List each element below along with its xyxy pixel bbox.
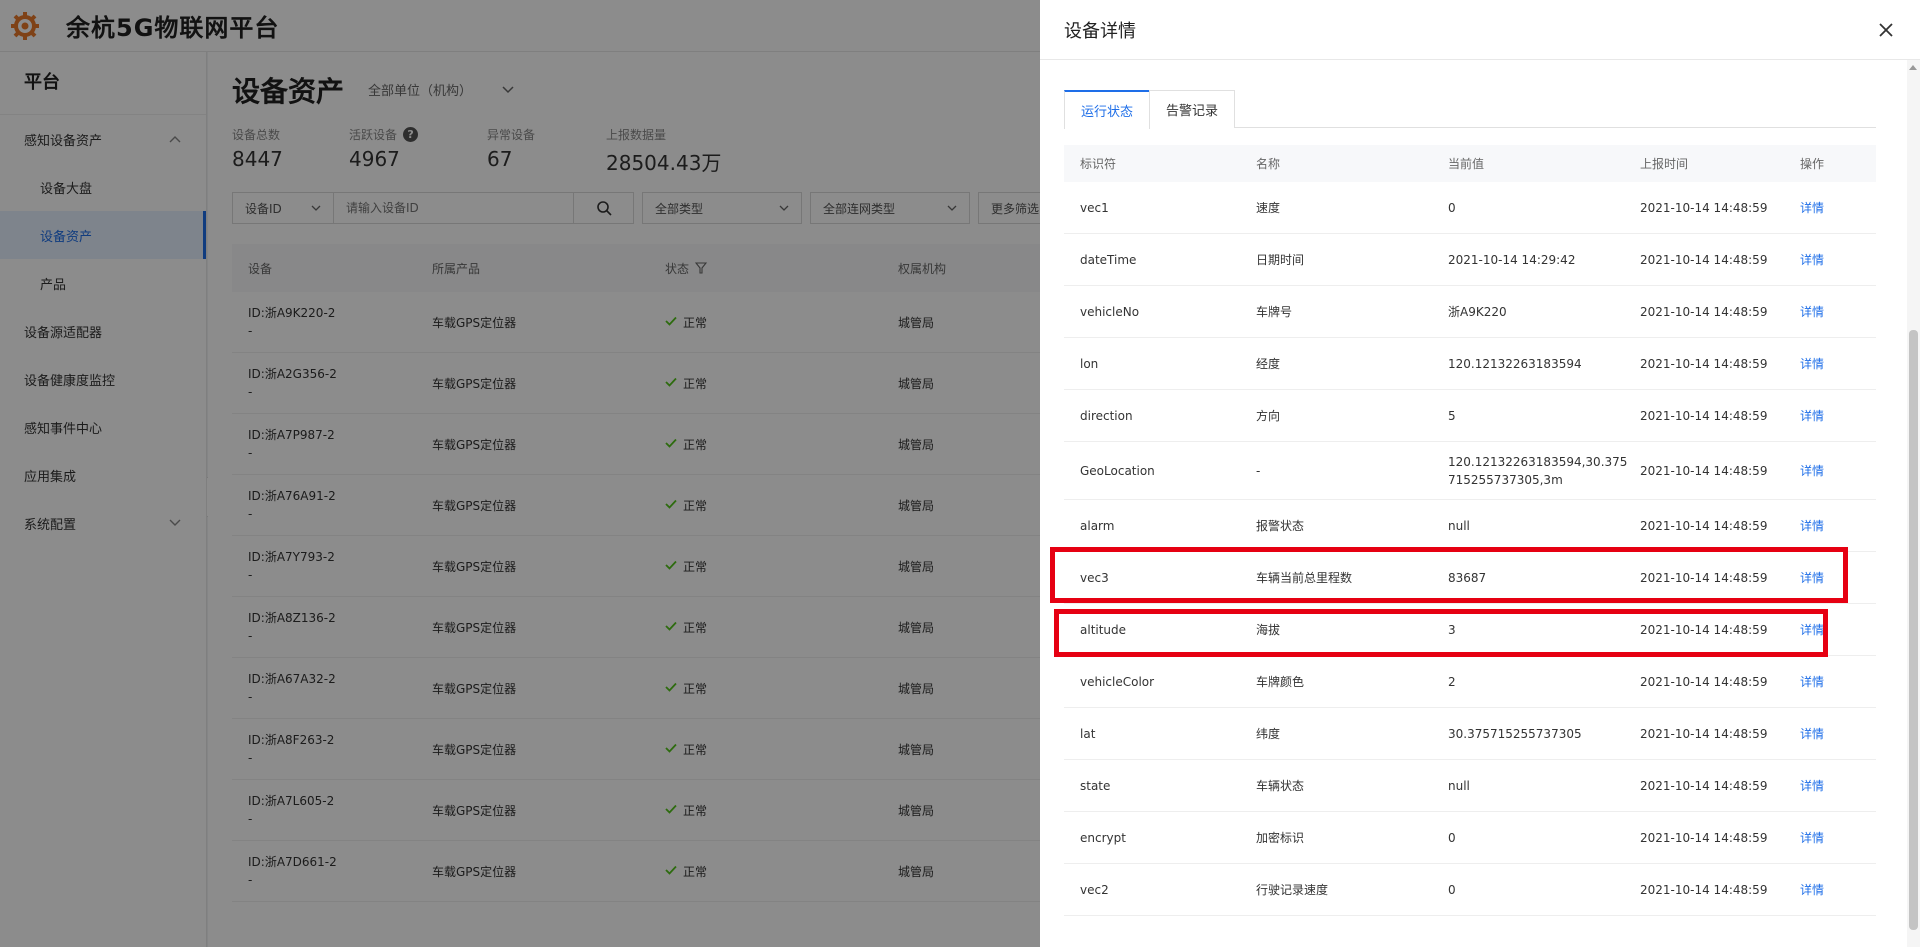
value-cell: 2021-10-14 14:29:42 <box>1448 252 1576 267</box>
name-cell: 行驶记录速度 <box>1256 883 1329 897</box>
time-cell: 2021-10-14 14:48:59 <box>1640 518 1768 533</box>
time-cell: 2021-10-14 14:48:59 <box>1640 882 1768 897</box>
identifier-cell: vec2 <box>1080 882 1109 897</box>
property-row: lat 纬度 30.375715255737305 2021-10-14 14:48:… <box>1064 708 1876 760</box>
time-cell: 2021-10-14 14:48:59 <box>1640 463 1768 478</box>
annotation-highlight-box <box>1054 609 1828 657</box>
column-header: 上报时间 <box>1640 157 1689 171</box>
close-icon <box>1879 23 1893 37</box>
detail-link[interactable]: 详情 <box>1800 407 1876 424</box>
detail-link[interactable]: 详情 <box>1800 829 1876 846</box>
detail-link[interactable]: 详情 <box>1800 303 1876 320</box>
detail-link[interactable]: 详情 <box>1800 725 1876 742</box>
property-row: lon 经度 120.12132263183594 2021-10-14 14:48:… <box>1064 338 1876 390</box>
detail-link[interactable]: 详情 <box>1800 673 1876 690</box>
property-row: dateTime 日期时间 2021-10-14 14:29:42 2021-10-1… <box>1064 234 1876 286</box>
drawer-title: 设备详情 <box>1064 20 1136 42</box>
detail-link[interactable]: 详情 <box>1800 517 1876 534</box>
property-row: alarm 报警状态 null 2021-10-14 14:48:59 详情 <box>1064 500 1876 552</box>
column-header: 当前值 <box>1448 156 1485 171</box>
time-cell: 2021-10-14 14:48:59 <box>1640 408 1768 423</box>
column-header: 标识符 <box>1080 157 1117 171</box>
name-cell: 车牌颜色 <box>1256 675 1305 689</box>
detail-link[interactable]: 详情 <box>1800 251 1876 268</box>
drawer-scrollbar-thumb[interactable] <box>1909 330 1918 930</box>
time-cell: 2021-10-14 14:48:59 <box>1640 778 1768 793</box>
name-cell: - <box>1256 463 1261 478</box>
identifier-cell: lat <box>1080 726 1096 741</box>
column-header: 名称 <box>1256 157 1281 171</box>
identifier-cell: vehicleColor <box>1080 674 1155 689</box>
identifier-cell: alarm <box>1080 518 1115 533</box>
property-row: vec1 速度 0 2021-10-14 14:48:59 详情 <box>1064 182 1876 234</box>
name-cell: 日期时间 <box>1256 253 1305 267</box>
drawer-header: 设备详情 <box>1040 0 1920 60</box>
column-header: 操作 <box>1800 157 1825 171</box>
property-row: state 车辆状态 null 2021-10-14 14:48:59 详情 <box>1064 760 1876 812</box>
name-cell: 报警状态 <box>1256 519 1305 533</box>
close-button[interactable] <box>1874 18 1898 42</box>
detail-link[interactable]: 详情 <box>1800 777 1876 794</box>
time-cell: 2021-10-14 14:48:59 <box>1640 726 1768 741</box>
identifier-cell: vec1 <box>1080 200 1109 215</box>
detail-link[interactable]: 详情 <box>1800 199 1876 216</box>
value-cell: null <box>1448 778 1470 793</box>
property-table-header: 标识符 名称 当前值 上报时间 操作 <box>1064 145 1876 182</box>
identifier-cell: direction <box>1080 408 1133 423</box>
property-row: vec2 行驶记录速度 0 2021-10-14 14:48:59 详情 <box>1064 864 1876 916</box>
time-cell: 2021-10-14 14:48:59 <box>1640 252 1768 267</box>
identifier-cell: state <box>1080 778 1111 793</box>
value-cell: 0 <box>1448 882 1456 897</box>
device-detail-drawer: 设备详情 运行状态 告警记录 标识符 名称 当前值 上报时间 操作 vec1 速度… <box>1040 0 1920 947</box>
identifier-cell: vehicleNo <box>1080 304 1140 319</box>
value-cell: 30.375715255737305 <box>1448 726 1582 741</box>
time-cell: 2021-10-14 14:48:59 <box>1640 200 1768 215</box>
tab-running-status[interactable]: 运行状态 <box>1064 90 1151 129</box>
identifier-cell: lon <box>1080 356 1099 371</box>
value-cell: 0 <box>1448 830 1456 845</box>
value-cell: null <box>1448 518 1470 533</box>
detail-link[interactable]: 详情 <box>1800 881 1876 898</box>
time-cell: 2021-10-14 14:48:59 <box>1640 674 1768 689</box>
value-cell: 5 <box>1448 408 1456 423</box>
property-row: direction 方向 5 2021-10-14 14:48:59 详情 <box>1064 390 1876 442</box>
property-table: 标识符 名称 当前值 上报时间 操作 vec1 速度 0 2021-10-14 14:… <box>1064 145 1876 916</box>
detail-link[interactable]: 详情 <box>1800 462 1876 479</box>
value-cell: 浙A9K220 <box>1448 304 1507 319</box>
detail-link[interactable]: 详情 <box>1800 355 1876 372</box>
property-row: vehicleColor 车牌颜色 2 2021-10-14 14:48:59 详情 <box>1064 656 1876 708</box>
value-cell: 2 <box>1448 674 1456 689</box>
property-row: encrypt 加密标识 0 2021-10-14 14:48:59 详情 <box>1064 812 1876 864</box>
property-row: vehicleNo 车牌号 浙A9K220 2021-10-14 14:48:59 详情 <box>1064 286 1876 338</box>
time-cell: 2021-10-14 14:48:59 <box>1640 304 1768 319</box>
value-cell: 0 <box>1448 200 1456 215</box>
scroll-up-arrow-icon[interactable] <box>1909 65 1917 70</box>
name-cell: 经度 <box>1256 357 1281 371</box>
identifier-cell: GeoLocation <box>1080 463 1155 478</box>
name-cell: 车辆状态 <box>1256 779 1305 793</box>
time-cell: 2021-10-14 14:48:59 <box>1640 830 1768 845</box>
value-cell: 120.12132263183594 <box>1448 356 1582 371</box>
time-cell: 2021-10-14 14:48:59 <box>1640 356 1768 371</box>
value-cell: 120.12132263183594,30.375715255737305,3m <box>1448 454 1628 487</box>
identifier-cell: dateTime <box>1080 252 1137 267</box>
drawer-tabs: 运行状态 告警记录 <box>1064 90 1876 129</box>
identifier-cell: encrypt <box>1080 830 1126 845</box>
name-cell: 车牌号 <box>1256 305 1293 319</box>
name-cell: 纬度 <box>1256 727 1281 741</box>
name-cell: 方向 <box>1256 409 1281 423</box>
tab-alarm-records[interactable]: 告警记录 <box>1149 90 1236 128</box>
name-cell: 速度 <box>1256 201 1281 215</box>
annotation-highlight-box <box>1050 547 1848 603</box>
name-cell: 加密标识 <box>1256 831 1305 845</box>
property-row: GeoLocation - 120.12132263183594,30.375715… <box>1064 442 1876 500</box>
